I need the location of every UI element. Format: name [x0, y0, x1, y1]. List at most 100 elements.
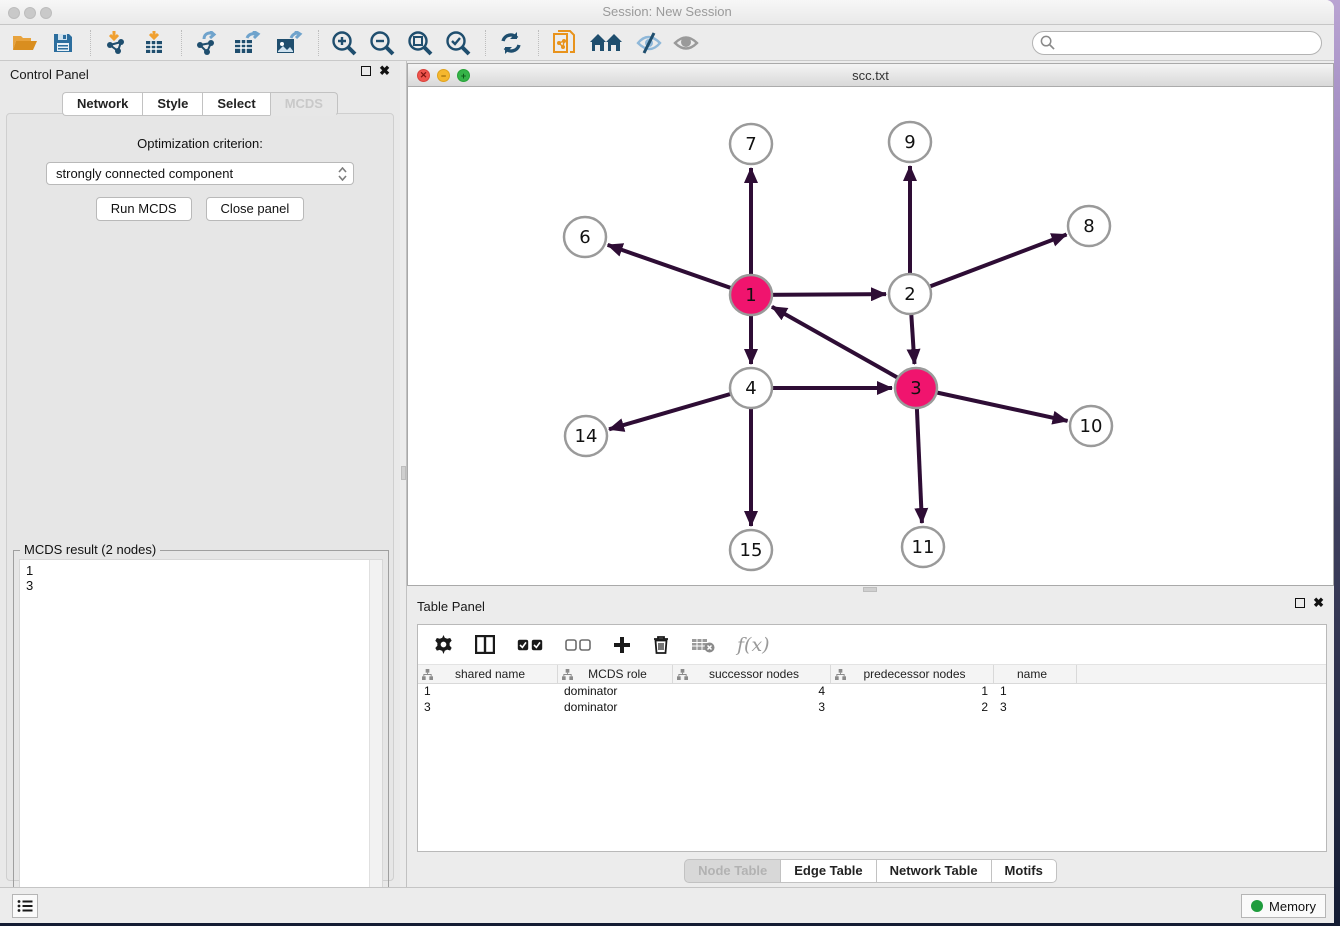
clone-network-icon: [552, 30, 576, 56]
close-panel-icon[interactable]: ✖: [1313, 598, 1324, 608]
vertical-splitter[interactable]: [400, 61, 407, 887]
toolbar-separator: [538, 30, 539, 56]
open-session-button[interactable]: [10, 29, 40, 57]
close-panel-button[interactable]: Close panel: [206, 197, 305, 221]
tab-network-table[interactable]: Network Table: [876, 859, 991, 883]
export-image-icon: [275, 31, 303, 55]
tab-node-table[interactable]: Node Table: [684, 859, 780, 883]
zoom-fit-button[interactable]: [405, 29, 435, 57]
tab-style[interactable]: Style: [142, 92, 202, 116]
save-session-button[interactable]: [48, 29, 78, 57]
checked-boxes-icon: [517, 639, 543, 651]
zoom-in-icon: [331, 30, 357, 56]
delete-column-button[interactable]: [653, 635, 669, 654]
splitter-grip[interactable]: [401, 466, 406, 480]
tab-motifs[interactable]: Motifs: [991, 859, 1057, 883]
window-title: Session: New Session: [0, 4, 1334, 19]
network-graph[interactable]: 7968124314101511: [408, 87, 1333, 585]
import-network-icon: [104, 31, 128, 55]
cell-shared-name[interactable]: 3: [418, 700, 558, 716]
close-panel-icon[interactable]: ✖: [379, 66, 390, 76]
cell-predecessor-nodes[interactable]: 1: [831, 684, 994, 700]
task-history-button[interactable]: [12, 894, 38, 918]
run-mcds-button[interactable]: Run MCDS: [96, 197, 192, 221]
cell-shared-name[interactable]: 1: [418, 684, 558, 700]
cell-name[interactable]: 1: [994, 684, 1077, 700]
export-network-button[interactable]: [192, 29, 222, 57]
save-floppy-icon: [52, 32, 74, 54]
table-rows: 1dominator4113dominator323: [418, 684, 1326, 716]
search-input[interactable]: [1059, 36, 1321, 50]
table-row[interactable]: 1dominator411: [418, 684, 1326, 700]
cell-successor-nodes[interactable]: 3: [673, 700, 831, 716]
export-table-button[interactable]: [230, 29, 264, 57]
search-box[interactable]: [1032, 31, 1322, 55]
edge-3-1[interactable]: [772, 307, 916, 388]
node-label-4: 4: [745, 378, 756, 399]
splitter-grip[interactable]: [863, 587, 877, 592]
add-column-button[interactable]: [613, 636, 631, 654]
table-row[interactable]: 3dominator323: [418, 700, 1326, 716]
result-scrollbar[interactable]: [369, 560, 382, 918]
import-table-button[interactable]: [139, 29, 169, 57]
table-panel: Table Panel ✖: [407, 593, 1334, 887]
column-header-MCDS-role[interactable]: MCDS role: [558, 665, 673, 683]
control-panel-title: Control Panel: [10, 67, 89, 82]
edge-2-8[interactable]: [910, 235, 1067, 294]
column-header-predecessor-nodes[interactable]: predecessor nodes: [831, 665, 994, 683]
memory-button[interactable]: Memory: [1241, 894, 1326, 918]
tab-mcds[interactable]: MCDS: [270, 92, 338, 116]
mcds-panel: Optimization criterion: strongly connect…: [6, 113, 394, 881]
edge-1-6[interactable]: [608, 245, 751, 295]
tab-edge-table[interactable]: Edge Table: [780, 859, 875, 883]
main-toolbar: [0, 25, 1334, 61]
cell-MCDS-role[interactable]: dominator: [558, 700, 673, 716]
column-header-successor-nodes[interactable]: successor nodes: [673, 665, 831, 683]
toolbar-separator: [90, 30, 91, 56]
edge-3-10[interactable]: [916, 388, 1068, 421]
zoom-in-button[interactable]: [329, 29, 359, 57]
criterion-dropdown[interactable]: strongly connected component: [46, 162, 354, 185]
float-panel-icon[interactable]: [1295, 598, 1305, 608]
search-icon: [1040, 35, 1055, 50]
mcds-result-group: MCDS result (2 nodes) 1 3: [13, 550, 389, 923]
shared-column-icon: [835, 669, 846, 680]
network-window-title: scc.txt: [408, 68, 1333, 83]
zoom-out-button[interactable]: [367, 29, 397, 57]
cell-name[interactable]: 3: [994, 700, 1077, 716]
toolbar-separator: [485, 30, 486, 56]
clone-network-button[interactable]: [549, 29, 579, 57]
hide-selected-button[interactable]: [633, 29, 663, 57]
mcds-result-text[interactable]: 1 3: [19, 559, 383, 919]
network-window-titlebar[interactable]: ✕ − + scc.txt: [408, 64, 1333, 87]
column-layout-button[interactable]: [475, 635, 495, 654]
float-panel-icon[interactable]: [361, 66, 371, 76]
table-settings-button[interactable]: [434, 635, 453, 654]
show-all-button[interactable]: [671, 29, 701, 57]
zoom-selected-button[interactable]: [443, 29, 473, 57]
gear-icon: [434, 635, 453, 654]
select-all-button[interactable]: [517, 639, 543, 651]
cell-MCDS-role[interactable]: dominator: [558, 684, 673, 700]
node-label-6: 6: [579, 227, 590, 248]
cell-successor-nodes[interactable]: 4: [673, 684, 831, 700]
network-canvas[interactable]: 7968124314101511: [408, 87, 1333, 585]
app-window: Session: New Session: [0, 0, 1334, 923]
column-header-name[interactable]: name: [994, 665, 1077, 683]
column-header-shared-name[interactable]: shared name: [418, 665, 558, 683]
first-neighbors-button[interactable]: [587, 29, 625, 57]
import-network-button[interactable]: [101, 29, 131, 57]
apply-layout-button[interactable]: [496, 29, 526, 57]
control-panel: Control Panel ✖ NetworkStyleSelectMCDS O…: [0, 61, 400, 887]
tab-select[interactable]: Select: [202, 92, 269, 116]
tab-network[interactable]: Network: [62, 92, 142, 116]
horizontal-splitter[interactable]: [407, 586, 1334, 593]
node-label-8: 8: [1083, 216, 1094, 237]
deselect-all-button[interactable]: [565, 639, 591, 651]
control-panel-tabs: NetworkStyleSelectMCDS: [0, 92, 400, 116]
export-image-button[interactable]: [272, 29, 306, 57]
unchecked-boxes-icon: [565, 639, 591, 651]
cell-predecessor-nodes[interactable]: 2: [831, 700, 994, 716]
delete-table-button: [691, 637, 715, 653]
columns-icon: [475, 635, 495, 654]
